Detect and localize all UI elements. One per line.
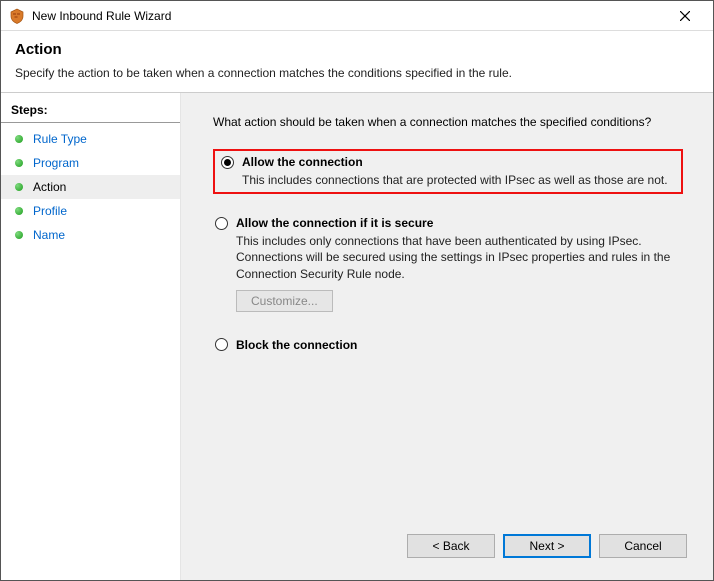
firewall-icon [9,8,25,24]
customize-button: Customize... [236,290,333,312]
page-title: Action [15,41,699,58]
option-head: Block the connection [215,338,685,352]
option-desc: This includes connections that are prote… [242,172,675,188]
step-program[interactable]: Program [1,151,180,175]
step-label: Program [33,156,79,170]
page-header: Action Specify the action to be taken wh… [1,31,713,93]
window-title: New Inbound Rule Wizard [32,9,665,23]
step-label: Name [33,228,65,242]
close-icon [680,11,690,21]
page-subtitle: Specify the action to be taken when a co… [15,66,699,80]
option-allow: Allow the connection This includes conne… [213,149,683,194]
option-title: Allow the connection if it is secure [236,216,433,230]
close-button[interactable] [665,2,705,30]
option-head: Allow the connection if it is secure [215,216,685,230]
option-title: Block the connection [236,338,357,352]
wizard-window: New Inbound Rule Wizard Action Specify t… [0,0,714,581]
option-head: Allow the connection [221,155,675,169]
bullet-icon [15,183,23,191]
radio-block[interactable] [215,338,228,351]
back-button[interactable]: < Back [407,534,495,558]
step-label: Rule Type [33,132,87,146]
step-action[interactable]: Action [1,175,180,199]
options-group: Allow the connection This includes conne… [209,149,691,374]
body: Steps: Rule Type Program Action Profile … [1,93,713,580]
step-name[interactable]: Name [1,223,180,247]
step-profile[interactable]: Profile [1,199,180,223]
bullet-icon [15,159,23,167]
option-title: Allow the connection [242,155,363,169]
steps-sidebar: Steps: Rule Type Program Action Profile … [1,93,181,580]
question-text: What action should be taken when a conne… [213,115,691,129]
option-allow-secure: Allow the connection if it is secure Thi… [209,212,691,316]
option-desc: This includes only connections that have… [236,233,685,282]
bullet-icon [15,207,23,215]
option-block: Block the connection [209,334,691,356]
radio-allow[interactable] [221,156,234,169]
content-pane: What action should be taken when a conne… [181,93,713,580]
next-button[interactable]: Next > [503,534,591,558]
step-rule-type[interactable]: Rule Type [1,127,180,151]
cancel-button[interactable]: Cancel [599,534,687,558]
bullet-icon [15,231,23,239]
steps-header: Steps: [1,101,180,123]
step-label: Profile [33,204,67,218]
step-label: Action [33,180,66,194]
radio-allow-secure[interactable] [215,217,228,230]
footer-buttons: < Back Next > Cancel [203,524,691,570]
titlebar: New Inbound Rule Wizard [1,1,713,31]
bullet-icon [15,135,23,143]
